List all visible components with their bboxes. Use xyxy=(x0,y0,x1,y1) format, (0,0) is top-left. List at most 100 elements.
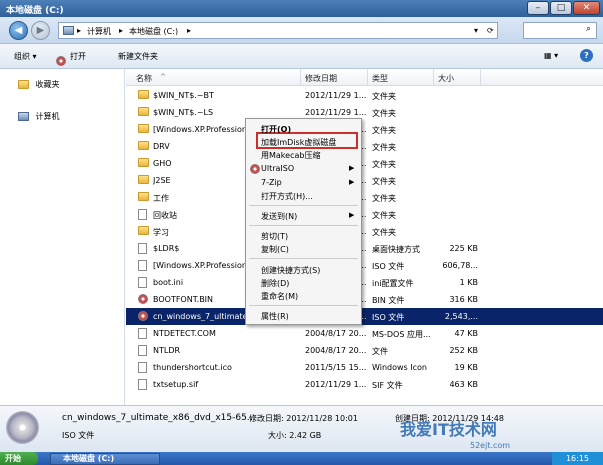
breadcrumb-drive-c[interactable]: 本地磁盘 (C:) xyxy=(129,26,178,37)
file-list: 名称 ^ 修改日期 类型 大小 $WIN_NT$.~BT 2012/11/29 1… xyxy=(126,69,603,405)
file-row[interactable]: NTDETECT.COM 2004/8/17 20... MS-DOS 应用... 4… xyxy=(126,325,603,342)
file-type: 文件夹 xyxy=(372,177,396,186)
file-row[interactable]: cn_windows_7_ultimate_x86_dvd_x1...2012/… xyxy=(126,308,603,325)
menu-item-copy[interactable]: 复制(C) xyxy=(261,244,289,255)
menu-item-cut[interactable]: 剪切(T) xyxy=(261,231,288,242)
new-folder-button[interactable]: 新建文件夹 xyxy=(118,51,158,62)
file-row[interactable]: NTLDR 2004/8/17 20... 文件 252 KB xyxy=(126,342,603,359)
file-type: 文件夹 xyxy=(372,194,396,203)
file-row[interactable]: thundershortcut.ico 2011/5/15 15... Window… xyxy=(126,359,603,376)
file-icon xyxy=(138,345,147,356)
file-row[interactable]: [Windows.XP.Professional2012/11/29 1...I… xyxy=(126,257,603,274)
file-row[interactable]: GHO2012/11/29 1...文件夹 xyxy=(126,155,603,172)
breadcrumb-chevron-icon: ▸ xyxy=(119,26,124,35)
file-date: 2011/5/15 15... xyxy=(305,363,367,372)
file-row[interactable]: [Windows.XP.Professional2012/11/29 1...文… xyxy=(126,121,603,138)
file-icon xyxy=(138,379,147,390)
file-name: txtsetup.sif xyxy=(153,380,199,389)
organize-button[interactable]: 组织 ▾ xyxy=(14,51,37,62)
folder-icon xyxy=(138,107,149,116)
file-type: ISO 文件 xyxy=(372,313,405,322)
sort-ascending-icon: ^ xyxy=(160,73,166,81)
command-toolbar: 组织 ▾ 打开 新建文件夹 ▦ ▾ ? xyxy=(0,44,603,69)
menu-item-delete[interactable]: 删除(D) xyxy=(261,278,289,289)
taskbar-item-explorer[interactable]: 本地磁盘 (C:) xyxy=(50,453,160,465)
menu-item-makecab[interactable]: 用Makecab压缩 xyxy=(261,150,320,161)
column-name[interactable]: 名称 xyxy=(136,73,152,84)
file-name: $WIN_NT$.~LS xyxy=(153,108,214,117)
column-date[interactable]: 修改日期 xyxy=(305,73,337,84)
file-icon xyxy=(138,362,147,373)
forward-button[interactable]: ▶ xyxy=(31,21,50,40)
folder-icon xyxy=(138,226,149,235)
address-input[interactable]: ▸ 计算机 ▸ 本地磁盘 (C:) ▸ ▾ ⟳ xyxy=(58,22,498,39)
file-type: 文件夹 xyxy=(372,143,396,152)
nav-item-label: 计算机 xyxy=(35,112,60,121)
navigation-pane: 收藏夹 计算机 xyxy=(0,69,125,405)
file-type: Windows Icon xyxy=(372,363,427,372)
menu-item-create-shortcut[interactable]: 创建快捷方式(S) xyxy=(261,265,320,276)
file-row[interactable]: 回收站2012/11/29 1...文件夹 xyxy=(126,206,603,223)
file-icon xyxy=(138,243,147,254)
file-type: BIN 文件 xyxy=(372,296,405,305)
window-title: 本地磁盘 (C:) xyxy=(6,6,64,16)
file-row[interactable]: 学习2012/11/29 1...文件夹 xyxy=(126,223,603,240)
refresh-icon[interactable]: ⟳ xyxy=(487,26,494,35)
disc-image-icon xyxy=(138,294,148,304)
maximize-button[interactable]: □ xyxy=(550,1,572,15)
file-type: MS-DOS 应用... xyxy=(372,330,431,339)
star-folder-icon xyxy=(18,80,29,89)
ultraiso-icon xyxy=(250,164,260,174)
file-row[interactable]: J2SE2012/11/29 1...文件夹 xyxy=(126,172,603,189)
back-button[interactable]: ◀ xyxy=(9,21,28,40)
menu-item-rename[interactable]: 重命名(M) xyxy=(261,291,298,302)
file-name: $WIN_NT$.~BT xyxy=(153,91,214,100)
close-button[interactable]: ✕ xyxy=(573,1,600,15)
help-icon[interactable]: ? xyxy=(580,49,593,62)
file-type: 文件夹 xyxy=(372,109,396,118)
view-options-button[interactable]: ▦ ▾ xyxy=(544,51,558,60)
minimize-button[interactable]: – xyxy=(527,1,549,15)
iso-file-icon xyxy=(6,411,39,444)
menu-item-ultraiso[interactable]: UltraISO xyxy=(261,164,294,173)
menu-item-open[interactable]: 打开(O) xyxy=(261,124,291,135)
file-date: 2004/8/17 20... xyxy=(305,346,367,355)
folder-icon xyxy=(138,192,149,201)
file-type: 文件夹 xyxy=(372,160,396,169)
file-row[interactable]: $LDR$2012/11/29 1...桌面快捷方式225 KB xyxy=(126,240,603,257)
search-icon: ⌕ xyxy=(586,24,592,34)
menu-item-7zip[interactable]: 7-Zip xyxy=(261,178,282,187)
file-row[interactable]: 工作2012/11/29 1...文件夹 xyxy=(126,189,603,206)
file-size: 606,78... xyxy=(442,261,478,270)
taskbar: 开始 本地磁盘 (C:) 16:15 xyxy=(0,452,603,465)
address-drive-icon xyxy=(63,26,74,35)
open-button[interactable]: 打开 xyxy=(70,51,86,62)
nav-item-computer[interactable]: 计算机 xyxy=(18,111,60,122)
column-type[interactable]: 类型 xyxy=(372,73,388,84)
file-row[interactable]: $WIN_NT$.~LS 2012/11/29 1... 文件夹 xyxy=(126,104,603,121)
taskbar-clock[interactable]: 16:15 xyxy=(552,452,603,465)
nav-item-favorites[interactable]: 收藏夹 xyxy=(18,79,60,90)
submenu-arrow-icon: ▶ xyxy=(349,164,355,172)
start-button[interactable]: 开始 xyxy=(0,452,38,465)
file-type: 文件夹 xyxy=(372,126,396,135)
file-date: 2012/11/29 1... xyxy=(305,108,367,117)
menu-item-open-with[interactable]: 打开方式(H)... xyxy=(261,191,313,202)
address-bar-row: ◀ ▶ ▸ 计算机 ▸ 本地磁盘 (C:) ▸ ▾ ⟳ ⌕ xyxy=(0,17,603,44)
file-type: ini配置文件 xyxy=(372,279,414,288)
menu-item-send-to[interactable]: 发送到(N) xyxy=(261,211,297,222)
file-row[interactable]: txtsetup.sif 2012/11/29 1... SIF 文件 463 KB xyxy=(126,376,603,393)
file-row[interactable]: BOOTFONT.BIN2012/11/29 1...BIN 文件316 KB xyxy=(126,291,603,308)
menu-item-load-imdisk[interactable]: 加载ImDisk虚拟磁盘 xyxy=(261,137,336,148)
file-row[interactable]: $WIN_NT$.~BT 2012/11/29 1... 文件夹 xyxy=(126,87,603,104)
file-row[interactable]: boot.ini2012/11/29 1...ini配置文件1 KB xyxy=(126,274,603,291)
file-type: 文件 xyxy=(372,347,388,356)
column-size[interactable]: 大小 xyxy=(438,73,454,84)
address-dropdown-icon[interactable]: ▾ xyxy=(474,26,478,35)
search-input[interactable]: ⌕ xyxy=(523,22,597,39)
folder-icon xyxy=(138,158,149,167)
breadcrumb-computer[interactable]: 计算机 xyxy=(87,26,111,37)
file-type: 文件夹 xyxy=(372,228,396,237)
menu-item-properties[interactable]: 属性(R) xyxy=(261,311,289,322)
file-row[interactable]: DRV2012/11/29 1...文件夹 xyxy=(126,138,603,155)
